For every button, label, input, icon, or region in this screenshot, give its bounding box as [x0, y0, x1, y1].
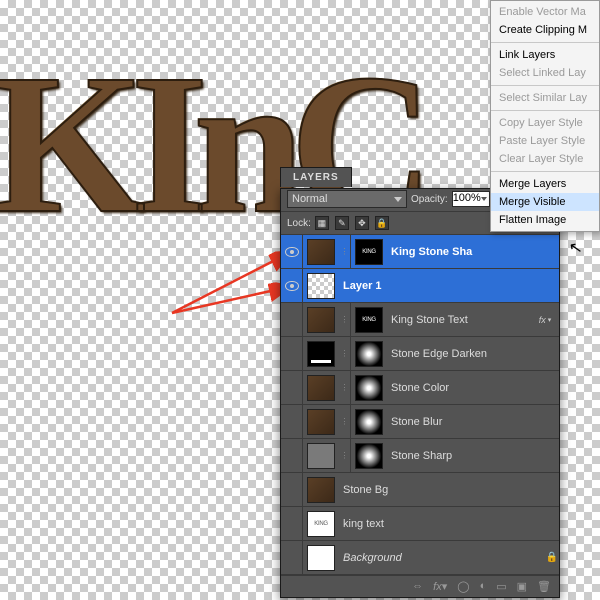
eye-icon [285, 247, 299, 257]
layer-row[interactable]: Background🔒 [281, 541, 559, 575]
layer-thumbnail[interactable]: KING [355, 307, 383, 333]
lock-pixels-icon[interactable]: ✎ [335, 216, 349, 230]
layer-row[interactable]: ⋮KING King Stone Sha [281, 235, 559, 269]
layer-row[interactable]: ⋮KING King Stone Textfx▾ [281, 303, 559, 337]
menu-item[interactable]: Flatten Image [491, 211, 599, 229]
layer-thumbnail[interactable]: KING [355, 239, 383, 265]
layer-row[interactable]: ⋮ Stone Color [281, 371, 559, 405]
menu-item: Enable Vector Ma [491, 3, 599, 21]
menu-item[interactable]: Create Clipping M [491, 21, 599, 39]
visibility-toggle[interactable] [281, 405, 303, 438]
layer-thumbnail[interactable] [307, 477, 335, 503]
layer-name[interactable]: King Stone Sha [387, 246, 559, 258]
visibility-toggle[interactable] [281, 269, 303, 302]
menu-item: Paste Layer Style [491, 132, 599, 150]
layer-thumbnail[interactable] [307, 341, 335, 367]
visibility-toggle[interactable] [281, 371, 303, 404]
layer-context-menu: Enable Vector MaCreate Clipping M Link La… [490, 0, 600, 232]
layer-name[interactable]: king text [339, 518, 559, 530]
layer-thumbnail[interactable] [355, 409, 383, 435]
menu-item: Copy Layer Style [491, 114, 599, 132]
adjustment-layer-icon[interactable]: ◐ [480, 580, 487, 593]
link-icon: ⋮ [339, 405, 351, 438]
menu-item[interactable]: Merge Layers [491, 175, 599, 193]
layer-thumbnail[interactable] [307, 239, 335, 265]
layer-list: ⋮KINGKing Stone ShaLayer 1⋮KINGKing Ston… [281, 235, 559, 575]
layer-name[interactable]: Stone Bg [339, 484, 559, 496]
layer-thumbnail[interactable]: KING [307, 511, 335, 537]
lock-icon: 🔒 [545, 552, 559, 563]
layer-thumbnail[interactable] [355, 375, 383, 401]
layer-thumbnail[interactable] [307, 409, 335, 435]
layer-row[interactable]: Stone Bg [281, 473, 559, 507]
layer-thumbnail[interactable] [307, 307, 335, 333]
layer-row[interactable]: ⋮ Stone Blur [281, 405, 559, 439]
link-icon: ⋮ [339, 303, 351, 336]
layers-panel: LAYERS Normal Opacity: 100% Lock: ▦ ✎ ✥ … [280, 188, 560, 598]
link-icon: ⋮ [339, 235, 351, 268]
lock-label: Lock: [287, 218, 311, 229]
menu-separator [491, 42, 599, 43]
layer-row[interactable]: KING king text [281, 507, 559, 541]
link-layers-icon[interactable]: ⇔ [412, 580, 423, 593]
menu-item: Select Similar Lay [491, 89, 599, 107]
cursor-icon: ↖ [567, 237, 584, 259]
lock-position-icon[interactable]: ✥ [355, 216, 369, 230]
new-layer-icon[interactable]: ▣ [517, 580, 527, 593]
menu-separator [491, 171, 599, 172]
fx-indicator[interactable]: fx▾ [531, 315, 559, 325]
blend-mode-select[interactable]: Normal [287, 190, 407, 208]
visibility-toggle[interactable] [281, 337, 303, 370]
opacity-field[interactable]: 100% [452, 191, 490, 207]
link-icon: ⋮ [339, 371, 351, 404]
layers-panel-footer: ⇔ fx▾ ◯ ◐ ▭ ▣ 🗑 [281, 575, 559, 597]
layer-thumbnail[interactable] [307, 375, 335, 401]
visibility-toggle[interactable] [281, 235, 303, 268]
layer-thumbnail[interactable] [307, 273, 335, 299]
layer-name[interactable]: Background [339, 552, 545, 564]
layer-fx-icon[interactable]: fx▾ [433, 580, 447, 593]
layer-name[interactable]: Stone Color [387, 382, 559, 394]
layer-name[interactable]: Layer 1 [339, 280, 559, 292]
visibility-toggle[interactable] [281, 473, 303, 506]
layer-name[interactable]: Stone Sharp [387, 450, 559, 462]
layer-name[interactable]: Stone Edge Darken [387, 348, 559, 360]
layer-thumbnail[interactable] [355, 443, 383, 469]
layer-row[interactable]: ⋮ Stone Edge Darken [281, 337, 559, 371]
lock-transparency-icon[interactable]: ▦ [315, 216, 329, 230]
layer-thumbnail[interactable] [307, 443, 335, 469]
layer-group-icon[interactable]: ▭ [496, 580, 506, 593]
layers-tab[interactable]: LAYERS [280, 167, 352, 187]
layer-name[interactable]: Stone Blur [387, 416, 559, 428]
layer-thumbnail[interactable] [355, 341, 383, 367]
chevron-down-icon [394, 197, 402, 202]
menu-separator [491, 85, 599, 86]
eye-icon [285, 281, 299, 291]
menu-item[interactable]: Link Layers [491, 46, 599, 64]
visibility-toggle[interactable] [281, 303, 303, 336]
visibility-toggle[interactable] [281, 507, 303, 540]
blend-mode-value: Normal [292, 193, 327, 205]
opacity-label: Opacity: [411, 194, 448, 205]
visibility-toggle[interactable] [281, 439, 303, 472]
delete-layer-icon[interactable]: 🗑 [537, 580, 551, 593]
link-icon: ⋮ [339, 439, 351, 472]
menu-separator [491, 110, 599, 111]
layer-thumbnail[interactable] [307, 545, 335, 571]
menu-item[interactable]: Merge Visible [491, 193, 599, 211]
menu-item: Select Linked Lay [491, 64, 599, 82]
menu-item: Clear Layer Style [491, 150, 599, 168]
link-icon: ⋮ [339, 337, 351, 370]
visibility-toggle[interactable] [281, 541, 303, 574]
lock-all-icon[interactable]: 🔒 [375, 216, 389, 230]
layer-row[interactable]: Layer 1 [281, 269, 559, 303]
layer-name[interactable]: King Stone Text [387, 314, 531, 326]
layer-row[interactable]: ⋮ Stone Sharp [281, 439, 559, 473]
layer-mask-icon[interactable]: ◯ [457, 580, 469, 593]
